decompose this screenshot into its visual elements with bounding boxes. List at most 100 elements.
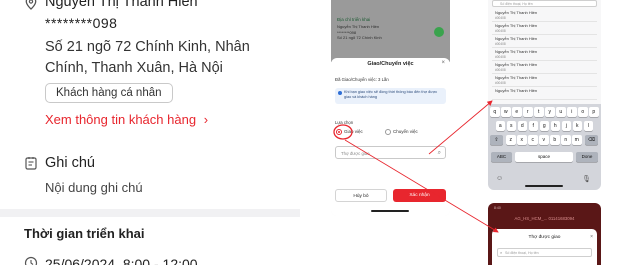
key-l[interactable]: l: [583, 121, 593, 131]
list-item-code: #00408: [495, 28, 506, 33]
choose-label: Lựa chọn: [335, 120, 354, 125]
note-body: Nội dung ghi chú: [45, 180, 143, 195]
list-item-code: #00408: [495, 15, 506, 20]
list-item[interactable]: Nguyễn Thị Thanh Hiền #00408: [492, 22, 597, 35]
info-banner: Khi bạn giao việc sẽ đồng thời thông báo…: [335, 88, 446, 104]
search-placeholder: Số điện thoại, Họ tên: [500, 1, 533, 6]
sheet-title: Giao/Chuyển việc: [367, 61, 414, 67]
list-item[interactable]: Nguyễn Thị Thanh Hiền #00408: [492, 9, 597, 22]
list-item-name: Nguyễn Thị Thanh Hiền: [495, 36, 538, 41]
view-customer-info-label: Xem thông tin khách hàng: [45, 112, 197, 127]
phone-call-icon[interactable]: [434, 27, 444, 37]
info-text: Khi bạn giao việc sẽ đồng thời thông báo…: [344, 90, 438, 99]
view-customer-info-link[interactable]: Xem thông tin khách hàng ›: [45, 112, 208, 127]
key-j[interactable]: j: [561, 121, 571, 131]
key-t[interactable]: t: [534, 107, 544, 117]
key-x[interactable]: x: [517, 135, 527, 145]
shift-key[interactable]: ⇧: [490, 135, 503, 145]
key-k[interactable]: k: [572, 121, 582, 131]
assignee-sheet: Thợ được giao × ⌕ Số điện thoại, Họ tên: [492, 229, 597, 265]
close-icon[interactable]: ×: [441, 60, 445, 66]
cancel-button[interactable]: Hủy bỏ: [335, 189, 387, 202]
radio-assign-label[interactable]: Giao việc: [344, 129, 363, 134]
space-key[interactable]: space: [515, 152, 573, 162]
list-item-code: #00408: [495, 41, 506, 46]
info-icon: [338, 91, 342, 95]
search-icon: ⌕: [500, 250, 503, 255]
list-item-code: #00408: [495, 67, 506, 72]
microphone-icon[interactable]: 🎙: [582, 175, 591, 183]
note-icon: [25, 157, 37, 170]
radio-transfer[interactable]: [385, 129, 391, 135]
customer-phone: ********098: [45, 15, 118, 31]
contact-address: Số 21 ngõ 72 Chính Kinh: [337, 35, 382, 40]
assignee-input[interactable]: Thợ được giao ⌕: [335, 146, 446, 159]
key-s[interactable]: s: [506, 121, 516, 131]
done-key[interactable]: Done: [576, 152, 598, 162]
radio-assign[interactable]: [336, 129, 342, 135]
key-c[interactable]: c: [528, 135, 538, 145]
search-placeholder: Số điện thoại, Họ tên: [505, 250, 539, 255]
list-item[interactable]: Nguyễn Thị Thanh Hiền #00408: [492, 35, 597, 48]
section-divider: [0, 209, 300, 217]
key-f[interactable]: f: [528, 121, 538, 131]
key-m[interactable]: m: [572, 135, 582, 145]
address-section-label: Địa chỉ triển khai: [337, 17, 371, 22]
transfer-count: Đã Giao/Chuyển việc: 3 Lần: [335, 77, 389, 82]
key-w[interactable]: w: [501, 107, 511, 117]
on-screen-keyboard: qwertyuiop asdfghjkl z x c v b n m ⇧ ⌫ ABC space…: [488, 104, 601, 190]
key-g[interactable]: g: [539, 121, 549, 131]
list-item[interactable]: Nguyễn Thị Thanh Hiền #00408: [492, 74, 597, 87]
key-h[interactable]: h: [550, 121, 560, 131]
assign-job-screen: Địa chỉ triển khai Nguyễn Thị Thanh Hiền…: [331, 0, 450, 216]
list-item-name: Nguyễn Thị Thanh Hiền: [495, 10, 538, 15]
key-y[interactable]: y: [545, 107, 555, 117]
key-a[interactable]: a: [495, 121, 505, 131]
assign-transfer-sheet: Giao/Chuyển việc × Đã Giao/Chuyển việc: …: [331, 58, 450, 216]
key-p[interactable]: p: [589, 107, 599, 117]
list-item-code: #00408: [495, 54, 506, 59]
home-indicator: [525, 185, 563, 187]
list-item-name: Nguyễn Thị Thanh Hiền: [495, 75, 538, 80]
key-b[interactable]: b: [550, 135, 560, 145]
list-item-code: #00408: [495, 80, 506, 85]
customer-address: Số 21 ngõ 72 Chính Kinh, Nhân Chính, Tha…: [45, 39, 250, 76]
key-d[interactable]: d: [517, 121, 527, 131]
home-indicator: [371, 210, 409, 212]
radio-transfer-label[interactable]: Chuyển việc: [393, 129, 418, 134]
abc-key[interactable]: ABC: [491, 152, 512, 162]
assignee-search-input[interactable]: Số điện thoại, Họ tên: [492, 0, 597, 7]
list-item-name: Nguyễn Thị Thanh Hiền: [495, 62, 538, 67]
dimmed-background: Địa chỉ triển khai Nguyễn Thị Thanh Hiền…: [331, 0, 450, 62]
sheet-title: Thợ được giao: [528, 235, 561, 240]
confirm-button[interactable]: Xác nhận: [393, 189, 446, 202]
list-item[interactable]: Nguyễn Thị Thanh Hiền #00408: [492, 48, 597, 61]
note-title: Ghi chú: [45, 155, 95, 171]
close-icon[interactable]: ×: [590, 234, 593, 240]
job-header: AG_HS_HCM_... 01141683094: [514, 216, 575, 221]
list-item-name: Nguyễn Thị Thanh Hiền: [495, 23, 538, 28]
key-i[interactable]: i: [567, 107, 577, 117]
customer-type-badge: Khách hàng cá nhân: [45, 83, 173, 103]
key-q[interactable]: q: [490, 107, 500, 117]
assignee-picker-screen: 8:40 AG_HS_HCM_... 01141683094 Thợ được …: [488, 203, 601, 265]
backspace-key[interactable]: ⌫: [585, 135, 598, 145]
key-z[interactable]: z: [506, 135, 516, 145]
list-item[interactable]: Nguyễn Thị Thanh Hiền #00408: [492, 61, 597, 74]
list-item[interactable]: Nguyễn Thị Thanh Hiền: [492, 87, 597, 100]
key-n[interactable]: n: [561, 135, 571, 145]
customer-name: Nguyễn Thị Thanh Hiền: [45, 0, 198, 10]
deployment-time-value: 25/06/2024, 8:00 - 12:00: [45, 256, 198, 265]
emoji-icon[interactable]: ☺: [496, 175, 503, 182]
key-v[interactable]: v: [539, 135, 549, 145]
job-detail-panel: Nguyễn Thị Thanh Hiền ********098 Số 21 …: [0, 0, 300, 265]
key-r[interactable]: r: [523, 107, 533, 117]
assignee-placeholder: Thợ được giao: [341, 150, 370, 156]
assignee-search-screen: Số điện thoại, Họ tên Nguyễn Thị Thanh H…: [488, 0, 601, 190]
list-item-name: Nguyễn Thị Thanh Hiền: [495, 49, 538, 54]
status-time: 8:40: [494, 206, 501, 210]
key-e[interactable]: e: [512, 107, 522, 117]
key-u[interactable]: u: [556, 107, 566, 117]
key-o[interactable]: o: [578, 107, 588, 117]
assignee-search-input[interactable]: ⌕ Số điện thoại, Họ tên: [497, 248, 592, 257]
